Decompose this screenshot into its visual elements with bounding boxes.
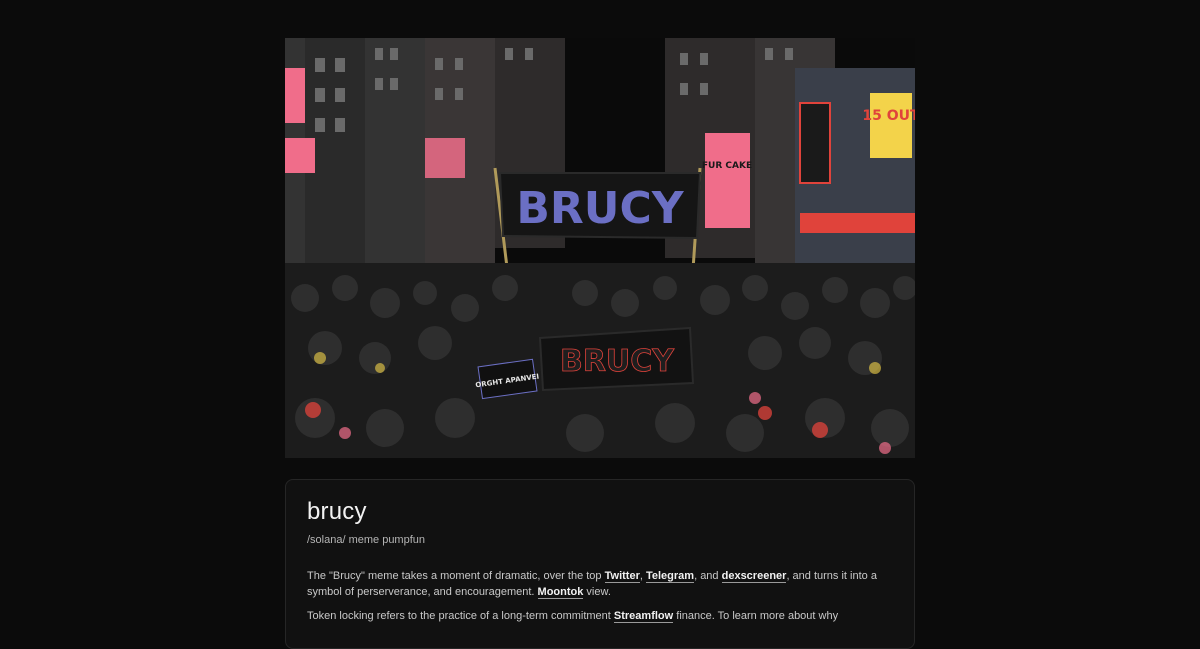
- main-banner-text: BRUCY: [516, 183, 684, 234]
- dexscreener-link[interactable]: dexscreener: [721, 570, 787, 583]
- hero-image: 15 OUT FUR CAKE BRUCY BRUCY ORGHT APANVE…: [285, 38, 915, 458]
- pink-sign-left: [285, 68, 305, 123]
- moontok-link[interactable]: Moontok: [537, 586, 584, 599]
- description-paragraph-2: Token locking refers to the practice of …: [307, 610, 839, 623]
- streamflow-link[interactable]: Streamflow: [613, 610, 674, 623]
- lower-banner-text: BRUCY: [560, 344, 675, 379]
- crowd-protest-illustration: 15 OUT FUR CAKE BRUCY BRUCY ORGHT APANVE…: [285, 38, 915, 458]
- pink-sign-right: [705, 133, 750, 228]
- token-title: brucy: [307, 498, 367, 525]
- token-subtitle: /solana/ meme pumpfun: [307, 534, 426, 546]
- shop-sign: [870, 93, 912, 158]
- shop-sign-text: 15 OUT: [862, 108, 915, 124]
- token-info-card: brucy /solana/ meme pumpfun The "Brucy" …: [285, 479, 915, 649]
- description-paragraph-1: The "Brucy" meme takes a moment of drama…: [307, 570, 877, 599]
- twitter-link[interactable]: Twitter: [604, 570, 640, 583]
- svg-text:FUR CAKE: FUR CAKE: [702, 161, 752, 171]
- telegram-link[interactable]: Telegram: [645, 570, 695, 583]
